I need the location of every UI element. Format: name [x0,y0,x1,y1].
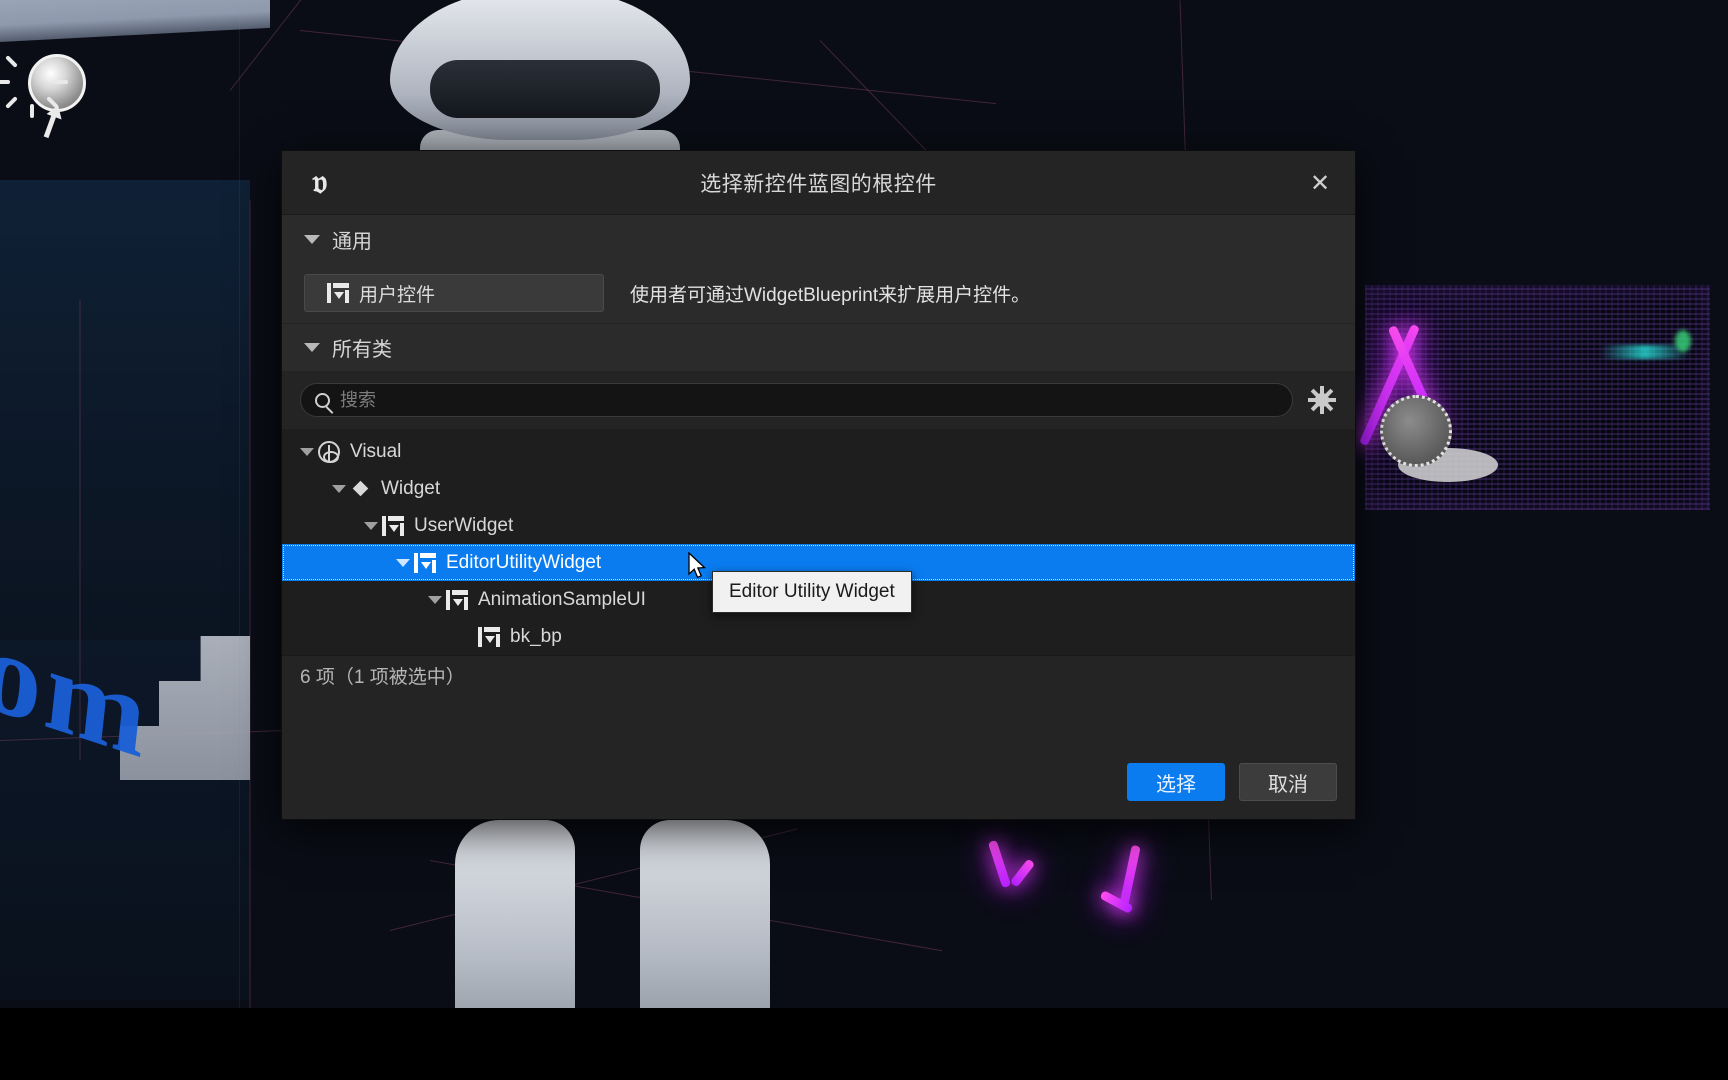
pick-root-widget-dialog: 𝔳 选择新控件蓝图的根控件 ✕ 通用 用户控件 使用者可通过WidgetBlue… [281,150,1356,820]
search-icon [315,392,330,408]
tree-item-label: AnimationSampleUI [478,588,646,610]
search-row [282,371,1355,429]
chevron-down-icon [304,343,320,352]
widget-icon [327,283,349,303]
light-ray [54,80,68,84]
tree-item-label: Widget [381,477,441,499]
diamond-icon [352,480,369,497]
user-widget-option-label: 用户控件 [359,284,436,306]
close-icon[interactable]: ✕ [1299,163,1341,203]
chevron-down-icon[interactable] [296,447,318,456]
chevron-down-icon[interactable] [392,558,414,567]
tree-item-bk_bp[interactable]: bk_bp [282,618,1355,655]
robot-visor [430,60,660,118]
chevron-down-icon[interactable] [424,595,446,604]
dialog-titlebar[interactable]: 𝔳 选择新控件蓝图的根控件 ✕ [282,151,1355,215]
viewport-bottom-bar [0,1008,1728,1080]
chevron-down-glyph [396,558,410,567]
neon-green-glow [1675,330,1691,352]
tree-item-label: UserWidget [414,514,514,536]
section-header-all-classes-label: 所有类 [332,339,392,361]
section-header-general-label: 通用 [332,230,372,253]
tree-item-label: bk_bp [510,625,562,647]
tree-item-userwidget[interactable]: UserWidget [282,507,1355,544]
chevron-down-glyph [332,484,346,493]
dialog-spacer [282,695,1355,745]
widget-icon [446,589,468,610]
cancel-button[interactable]: 取消 [1239,763,1337,801]
user-widget-option[interactable]: 用户控件 [304,274,604,312]
section-header-general[interactable]: 通用 [282,215,1355,263]
class-tree[interactable]: Visual Widget UserWidget EditorUtilityWidge… [282,429,1355,655]
visual-class-icon [318,440,340,463]
select-button[interactable]: 选择 [1127,763,1225,801]
widget-icon [478,626,500,647]
chevron-down-glyph [300,447,314,456]
point-light-gizmo-icon[interactable] [0,30,98,140]
sphere-prop [1380,395,1452,467]
tree-item-visual[interactable]: Visual [282,433,1355,470]
unreal-engine-logo-icon: 𝔳 [312,163,328,201]
search-box[interactable] [300,383,1293,417]
tooltip: Editor Utility Widget [712,571,912,613]
chevron-down-icon[interactable] [360,521,382,530]
chevron-down-icon[interactable] [328,484,350,493]
general-row: 用户控件 使用者可通过WidgetBlueprint来扩展用户控件。 [282,263,1355,323]
tree-item-widget[interactable]: Widget [282,470,1355,507]
dialog-footer: 选择 取消 [282,745,1355,819]
chevron-down-glyph [364,521,378,530]
dialog-title: 选择新控件蓝图的根控件 [700,172,937,196]
widget-icon [382,515,404,536]
light-ray [0,80,10,84]
light-ray [30,104,34,118]
chevron-down-icon [304,234,320,244]
light-direction-arrow [43,111,58,139]
tree-item-label: EditorUtilityWidget [446,551,602,573]
tree-item-label: Visual [350,440,402,462]
widget-icon [414,552,436,573]
general-description: 使用者可通过WidgetBlueprint来扩展用户控件。 [630,284,1031,306]
search-input[interactable] [340,389,1278,411]
section-header-all-classes[interactable]: 所有类 [282,323,1355,371]
item-count-status: 6 项（1 项被选中） [282,655,1355,695]
wireframe-line [249,200,251,1031]
gear-icon[interactable] [1307,385,1337,415]
chevron-down-glyph [428,595,442,604]
